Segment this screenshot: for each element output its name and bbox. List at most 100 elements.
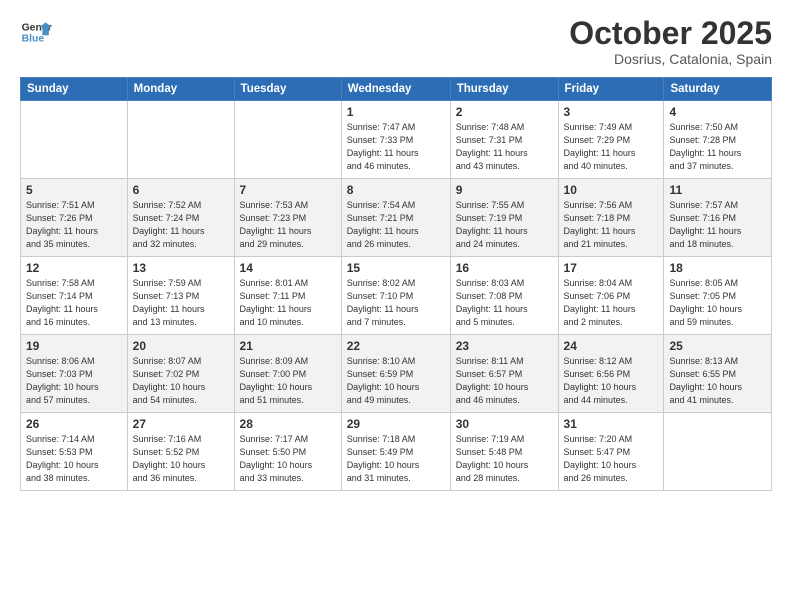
table-row: 9Sunrise: 7:55 AM Sunset: 7:19 PM Daylig… [450, 179, 558, 257]
table-row: 3 Sunrise: 7:49 AM Sunset: 7:29 PM Daylig… [558, 101, 664, 179]
day-number: 8 [347, 183, 445, 197]
day-info: Sunrise: 8:10 AM Sunset: 6:59 PM Dayligh… [347, 355, 445, 407]
day-info: Sunrise: 8:07 AM Sunset: 7:02 PM Dayligh… [133, 355, 229, 407]
calendar-week-row: 5 Sunrise: 7:51 AM Sunset: 7:26 PM Daylig… [21, 179, 772, 257]
page: General Blue October 2025 Dosrius, Catal… [0, 0, 792, 612]
day-number: 25 [669, 339, 766, 353]
day-number: 11 [669, 183, 766, 197]
day-number: 3 [564, 105, 659, 119]
table-row: 8 Sunrise: 7:54 AM Sunset: 7:21 PM Daylig… [341, 179, 450, 257]
day-info: Sunrise: 7:52 AM Sunset: 7:24 PM Dayligh… [133, 199, 229, 251]
day-number: 13 [133, 261, 229, 275]
header: General Blue October 2025 Dosrius, Catal… [20, 16, 772, 67]
day-info: Sunrise: 7:58 AM Sunset: 7:14 PM Dayligh… [26, 277, 122, 329]
day-info: Sunrise: 8:12 AM Sunset: 6:56 PM Dayligh… [564, 355, 659, 407]
day-info: Sunrise: 7:14 AM Sunset: 5:53 PM Dayligh… [26, 433, 122, 485]
day-info: Sunrise: 7:54 AM Sunset: 7:21 PM Dayligh… [347, 199, 445, 251]
day-number: 20 [133, 339, 229, 353]
day-info: Sunrise: 8:13 AM Sunset: 6:55 PM Dayligh… [669, 355, 766, 407]
logo: General Blue [20, 16, 52, 48]
calendar-week-row: 12 Sunrise: 7:58 AM Sunset: 7:14 PM Dayli… [21, 257, 772, 335]
table-row: 18Sunrise: 8:05 AM Sunset: 7:05 PM Dayli… [664, 257, 772, 335]
table-row: 4 Sunrise: 7:50 AM Sunset: 7:28 PM Daylig… [664, 101, 772, 179]
day-number: 10 [564, 183, 659, 197]
day-number: 24 [564, 339, 659, 353]
day-info: Sunrise: 7:19 AM Sunset: 5:48 PM Dayligh… [456, 433, 553, 485]
col-wednesday: Wednesday [341, 78, 450, 101]
calendar-table: Sunday Monday Tuesday Wednesday Thursday… [20, 77, 772, 491]
day-info: Sunrise: 7:57 AM Sunset: 7:16 PM Dayligh… [669, 199, 766, 251]
day-info: Sunrise: 7:51 AM Sunset: 7:26 PM Dayligh… [26, 199, 122, 251]
table-row [21, 101, 128, 179]
day-info: Sunrise: 7:50 AM Sunset: 7:28 PM Dayligh… [669, 121, 766, 173]
col-monday: Monday [127, 78, 234, 101]
table-row: 25 Sunrise: 8:13 AM Sunset: 6:55 PM Dayli… [664, 335, 772, 413]
table-row: 29Sunrise: 7:18 AM Sunset: 5:49 PM Dayli… [341, 413, 450, 491]
table-row: 26 Sunrise: 7:14 AM Sunset: 5:53 PM Dayli… [21, 413, 128, 491]
calendar-week-row: 26 Sunrise: 7:14 AM Sunset: 5:53 PM Dayli… [21, 413, 772, 491]
day-info: Sunrise: 7:49 AM Sunset: 7:29 PM Dayligh… [564, 121, 659, 173]
table-row: 10 Sunrise: 7:56 AM Sunset: 7:18 PM Dayli… [558, 179, 664, 257]
day-info: Sunrise: 7:59 AM Sunset: 7:13 PM Dayligh… [133, 277, 229, 329]
day-number: 19 [26, 339, 122, 353]
day-number: 18 [669, 261, 766, 275]
col-tuesday: Tuesday [234, 78, 341, 101]
table-row: 23 Sunrise: 8:11 AM Sunset: 6:57 PM Dayli… [450, 335, 558, 413]
day-info: Sunrise: 7:55 AM Sunset: 7:19 PM Dayligh… [456, 199, 553, 251]
day-info: Sunrise: 7:53 AM Sunset: 7:23 PM Dayligh… [240, 199, 336, 251]
table-row: 28Sunrise: 7:17 AM Sunset: 5:50 PM Dayli… [234, 413, 341, 491]
day-number: 17 [564, 261, 659, 275]
day-number: 23 [456, 339, 553, 353]
table-row: 27 Sunrise: 7:16 AM Sunset: 5:52 PM Dayli… [127, 413, 234, 491]
day-info: Sunrise: 8:11 AM Sunset: 6:57 PM Dayligh… [456, 355, 553, 407]
day-info: Sunrise: 7:56 AM Sunset: 7:18 PM Dayligh… [564, 199, 659, 251]
col-thursday: Thursday [450, 78, 558, 101]
table-row: 1 Sunrise: 7:47 AM Sunset: 7:33 PM Daylig… [341, 101, 450, 179]
table-row: 14 Sunrise: 8:01 AM Sunset: 7:11 PM Dayli… [234, 257, 341, 335]
day-info: Sunrise: 8:09 AM Sunset: 7:00 PM Dayligh… [240, 355, 336, 407]
table-row: 13 Sunrise: 7:59 AM Sunset: 7:13 PM Dayli… [127, 257, 234, 335]
day-info: Sunrise: 7:47 AM Sunset: 7:33 PM Dayligh… [347, 121, 445, 173]
day-number: 26 [26, 417, 122, 431]
month-title: October 2025 [569, 16, 772, 51]
table-row: 31 Sunrise: 7:20 AM Sunset: 5:47 PM Dayli… [558, 413, 664, 491]
day-number: 30 [456, 417, 553, 431]
table-row: 24 Sunrise: 8:12 AM Sunset: 6:56 PM Dayli… [558, 335, 664, 413]
table-row: 15Sunrise: 8:02 AM Sunset: 7:10 PM Dayli… [341, 257, 450, 335]
day-info: Sunrise: 8:01 AM Sunset: 7:11 PM Dayligh… [240, 277, 336, 329]
calendar-week-row: 19 Sunrise: 8:06 AM Sunset: 7:03 PM Dayli… [21, 335, 772, 413]
table-row: 30 Sunrise: 7:19 AM Sunset: 5:48 PM Dayli… [450, 413, 558, 491]
day-number: 28 [240, 417, 336, 431]
day-number: 1 [347, 105, 445, 119]
day-info: Sunrise: 8:06 AM Sunset: 7:03 PM Dayligh… [26, 355, 122, 407]
table-row: 22Sunrise: 8:10 AM Sunset: 6:59 PM Dayli… [341, 335, 450, 413]
day-number: 16 [456, 261, 553, 275]
calendar-header-row: Sunday Monday Tuesday Wednesday Thursday… [21, 78, 772, 101]
day-number: 14 [240, 261, 336, 275]
calendar-week-row: 1 Sunrise: 7:47 AM Sunset: 7:33 PM Daylig… [21, 101, 772, 179]
table-row: 6 Sunrise: 7:52 AM Sunset: 7:24 PM Daylig… [127, 179, 234, 257]
day-info: Sunrise: 7:16 AM Sunset: 5:52 PM Dayligh… [133, 433, 229, 485]
day-number: 4 [669, 105, 766, 119]
day-info: Sunrise: 8:02 AM Sunset: 7:10 PM Dayligh… [347, 277, 445, 329]
table-row: 17Sunrise: 8:04 AM Sunset: 7:06 PM Dayli… [558, 257, 664, 335]
logo-icon: General Blue [20, 16, 52, 48]
day-number: 5 [26, 183, 122, 197]
table-row: 16 Sunrise: 8:03 AM Sunset: 7:08 PM Dayli… [450, 257, 558, 335]
day-info: Sunrise: 7:20 AM Sunset: 5:47 PM Dayligh… [564, 433, 659, 485]
table-row: 12 Sunrise: 7:58 AM Sunset: 7:14 PM Dayli… [21, 257, 128, 335]
table-row [127, 101, 234, 179]
table-row: 5 Sunrise: 7:51 AM Sunset: 7:26 PM Daylig… [21, 179, 128, 257]
table-row [664, 413, 772, 491]
day-number: 12 [26, 261, 122, 275]
table-row: 2Sunrise: 7:48 AM Sunset: 7:31 PM Daylig… [450, 101, 558, 179]
day-number: 31 [564, 417, 659, 431]
day-info: Sunrise: 7:48 AM Sunset: 7:31 PM Dayligh… [456, 121, 553, 173]
table-row: 7Sunrise: 7:53 AM Sunset: 7:23 PM Daylig… [234, 179, 341, 257]
day-number: 6 [133, 183, 229, 197]
col-sunday: Sunday [21, 78, 128, 101]
day-info: Sunrise: 8:03 AM Sunset: 7:08 PM Dayligh… [456, 277, 553, 329]
table-row: 20 Sunrise: 8:07 AM Sunset: 7:02 PM Dayli… [127, 335, 234, 413]
svg-text:Blue: Blue [22, 34, 45, 45]
day-number: 27 [133, 417, 229, 431]
